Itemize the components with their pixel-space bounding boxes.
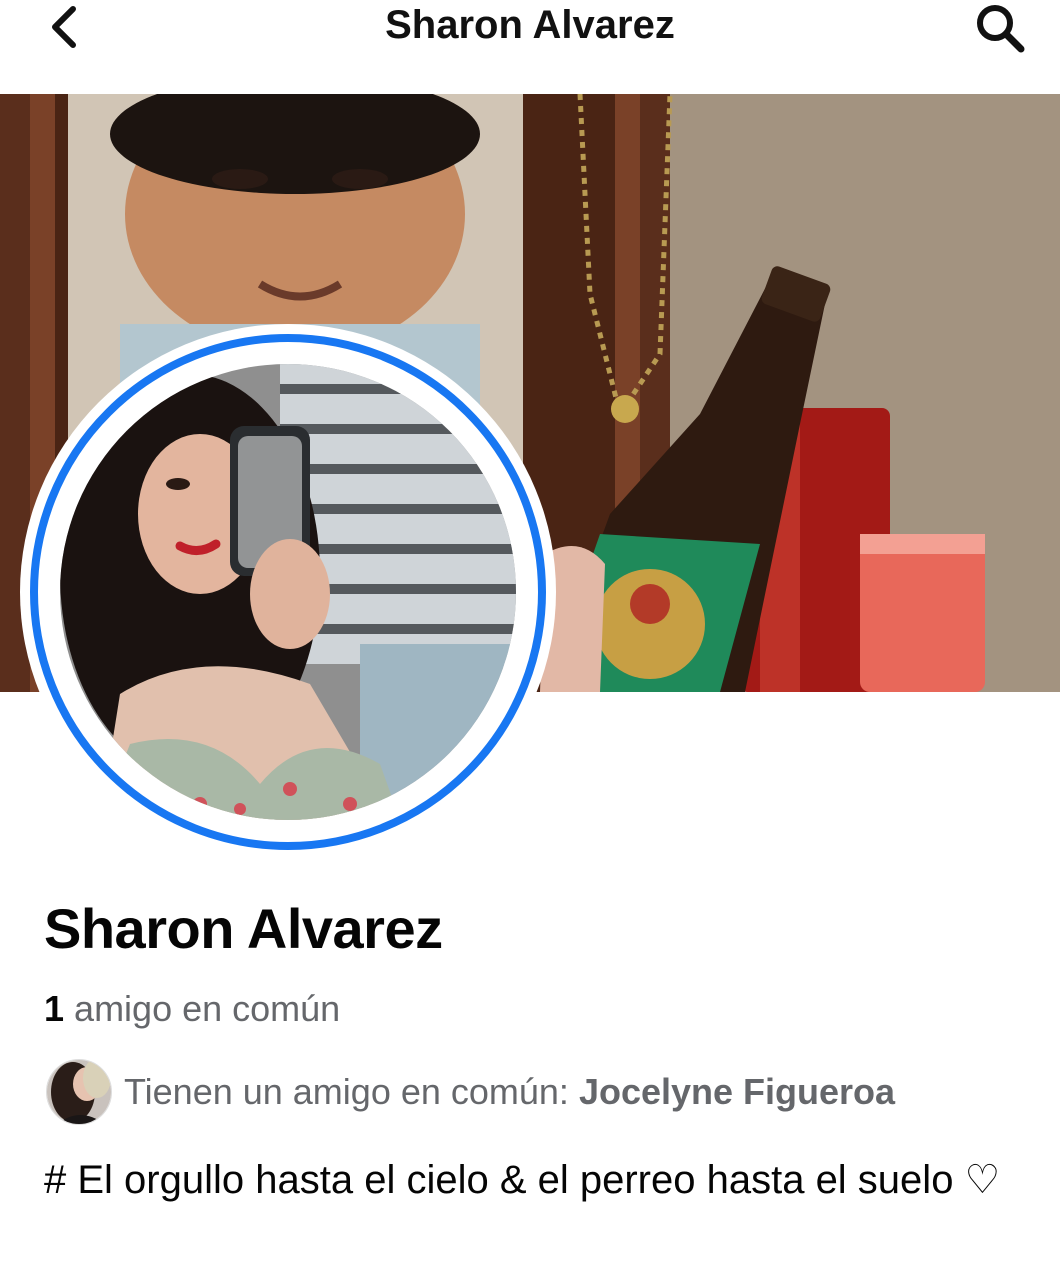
avatar <box>60 364 516 820</box>
page-title: Sharon Alvarez <box>385 3 675 47</box>
search-button[interactable] <box>972 0 1030 58</box>
mutual-friend-avatar[interactable] <box>46 1059 112 1125</box>
mutual-friends-prefix: Tienen un amigo en común: <box>124 1071 569 1112</box>
mutual-count-number: 1 <box>44 988 65 1029</box>
story-ring <box>30 334 546 850</box>
mutual-friend-row[interactable]: Tienen un amigo en común: Jocelyne Figue… <box>46 1058 895 1126</box>
top-navigation-bar: Sharon Alvarez <box>0 0 1060 94</box>
profile-picture[interactable] <box>20 324 556 860</box>
search-icon <box>977 5 1025 53</box>
mutual-friends-count[interactable]: 1 amigo en común <box>44 988 340 1030</box>
mutual-friend-name-link[interactable]: Jocelyne Figueroa <box>579 1071 895 1113</box>
mutual-count-label: amigo en común <box>74 988 341 1029</box>
profile-bio: # El orgullo hasta el cielo & el perreo … <box>44 1158 1001 1202</box>
profile-name: Sharon Alvarez <box>44 897 443 960</box>
